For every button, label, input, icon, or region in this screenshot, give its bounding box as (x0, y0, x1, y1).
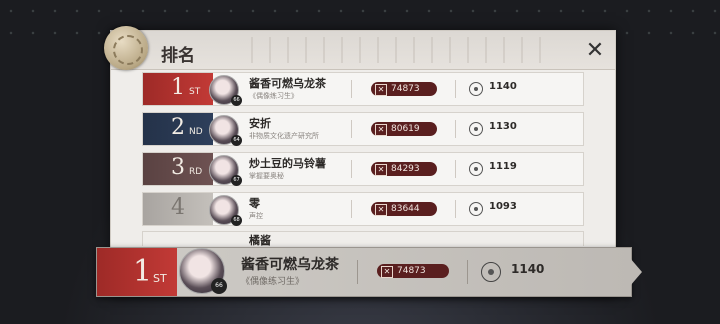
ring-coin-icon (469, 202, 483, 216)
divider (351, 160, 352, 178)
rank-number: 4 (171, 195, 185, 220)
divider (455, 160, 456, 178)
crossed-swords-icon: ✕ (375, 204, 387, 216)
player-title: 声控 (249, 212, 263, 220)
rank-suffix: RD (189, 167, 203, 177)
rank-number: 2 (171, 115, 185, 140)
points-value: 1130 (489, 121, 517, 132)
ranking-row[interactable]: 4 68 零 声控 ✕ 83644 1093 (142, 192, 584, 226)
rank-badge-plain: 4 (143, 193, 213, 225)
crossed-swords-icon: ✕ (375, 84, 387, 96)
divider (455, 120, 456, 138)
ring-coin-icon (469, 162, 483, 176)
rank-badge-bronze: 3 RD (143, 153, 213, 185)
divider (357, 260, 358, 284)
ranking-row[interactable]: 2 ND 64 安折 非物质文化遗产研究所 ✕ 80619 1130 (142, 112, 584, 146)
score-pill: ✕ 84293 (371, 162, 437, 176)
score-value: 74873 (397, 266, 426, 276)
divider (351, 120, 352, 138)
rank-suffix: ND (189, 127, 203, 137)
ranking-row[interactable]: 3 RD 67 炒土豆的马铃薯 掌握要奥秘 ✕ 84293 1119 (142, 152, 584, 186)
rank-number: 1 (171, 75, 185, 100)
player-name: 酱香可燃乌龙茶 (249, 77, 326, 90)
score-value: 80619 (391, 124, 420, 134)
points-value: 1093 (489, 201, 517, 212)
divider (455, 200, 456, 218)
rank-suffix: ST (153, 272, 167, 285)
wax-seal-icon (104, 26, 148, 70)
score-value: 84293 (391, 164, 420, 174)
rank-badge-gold: 1 ST (143, 73, 213, 105)
score-pill: ✕ 83644 (371, 202, 437, 216)
level-badge: 66 (211, 278, 227, 294)
panel-header: 排名 (111, 31, 615, 70)
level-badge: 68 (231, 215, 242, 226)
rank-badge-gold: 1 ST (97, 248, 177, 296)
level-badge: 67 (231, 175, 242, 186)
score-value: 74873 (391, 84, 420, 94)
page-title: 排名 (161, 46, 195, 66)
my-rank-bar-tail (630, 258, 642, 286)
score-pill: ✕ 74873 (371, 82, 437, 96)
player-title: 非物质文化遗产研究所 (249, 132, 319, 140)
divider (351, 80, 352, 98)
player-name: 酱香可燃乌龙茶 (241, 257, 339, 273)
ring-coin-icon (469, 82, 483, 96)
header-ornament (251, 37, 555, 63)
ranking-row[interactable]: 1 ST 66 酱香可燃乌龙茶 《偶像练习生》 ✕ 74873 1140 (142, 72, 584, 106)
score-pill: ✕ 74873 (377, 264, 449, 278)
rank-badge-silver: 2 ND (143, 113, 213, 145)
divider (351, 200, 352, 218)
player-name: 炒土豆的马铃薯 (249, 157, 326, 170)
player-title: 《偶像练习生》 (241, 277, 305, 287)
points-value: 1140 (489, 81, 517, 92)
level-badge: 66 (231, 95, 242, 106)
points-value: 1119 (489, 161, 517, 172)
ring-coin-icon (481, 262, 501, 282)
rank-number: 3 (171, 155, 185, 180)
player-name: 安折 (249, 117, 271, 130)
divider (455, 80, 456, 98)
player-title: 《偶像练习生》 (249, 92, 298, 100)
crossed-swords-icon: ✕ (381, 266, 393, 278)
crossed-swords-icon: ✕ (375, 164, 387, 176)
player-title: 掌握要奥秘 (249, 172, 284, 180)
ring-coin-icon (469, 122, 483, 136)
close-button[interactable]: ✕ (580, 36, 610, 66)
score-value: 83644 (391, 204, 420, 214)
rank-suffix: ST (189, 87, 201, 97)
player-name: 橘酱 (249, 234, 271, 246)
rank-number: 1 (133, 254, 153, 289)
points-value: 1140 (511, 262, 545, 276)
my-rank-bar: 1 ST 66 酱香可燃乌龙茶 《偶像练习生》 ✕ 74873 1140 (96, 247, 632, 297)
level-badge: 64 (231, 135, 242, 146)
divider (467, 260, 468, 284)
crossed-swords-icon: ✕ (375, 124, 387, 136)
score-pill: ✕ 80619 (371, 122, 437, 136)
ranking-row-partial[interactable]: 橘酱 (142, 231, 584, 246)
player-name: 零 (249, 197, 260, 210)
